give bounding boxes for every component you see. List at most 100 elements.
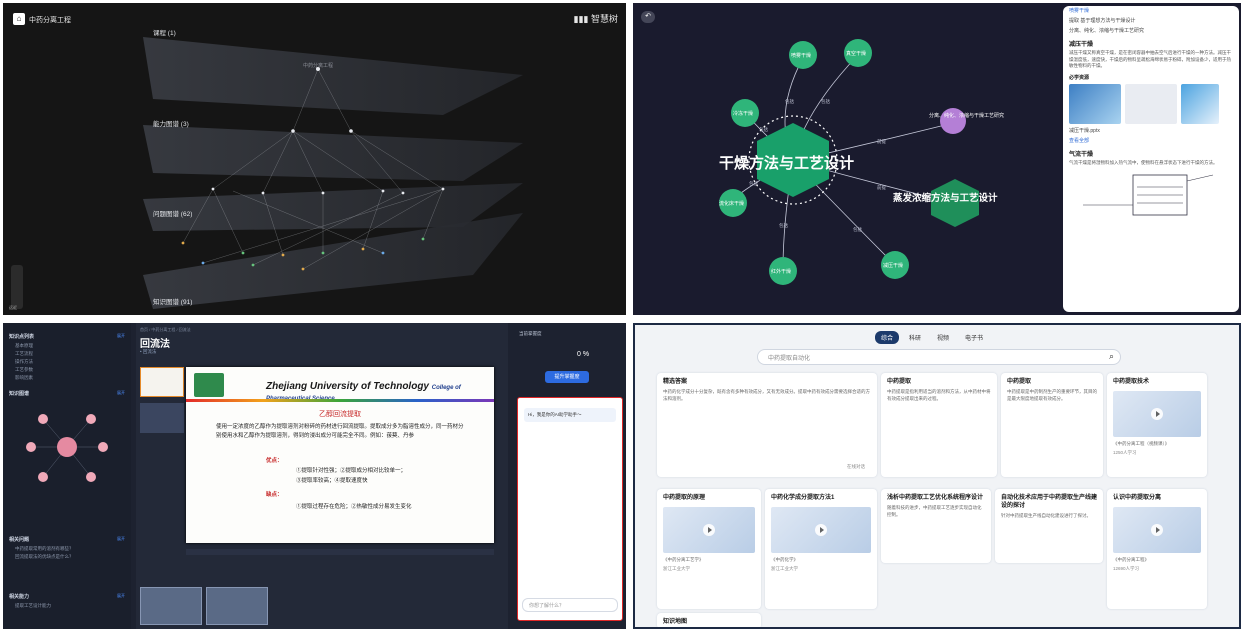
mind-map-canvas[interactable]: 包括 包括 包括包括 包括包括 前提前提 干燥方法与工艺设计 蒸发浓缩方法与工艺设… — [633, 3, 1063, 315]
svg-text:喷雾干燥: 喷雾干燥 — [791, 52, 811, 59]
result-card[interactable]: 中药提取 中药提取是中药制剂生产的重要环节，其目的是最大限度地提取有效成分。 — [1001, 373, 1103, 477]
layer-label-knowledge: 知识图谱 (91) — [153, 297, 192, 306]
list-item[interactable]: 回流提取法的优缺点是什么？ — [3, 553, 131, 561]
list-item[interactable]: 基本原理 — [3, 342, 131, 350]
section-title: 相关能力 — [9, 594, 30, 600]
tab-ebook[interactable]: 电子书 — [959, 331, 989, 344]
list-item[interactable]: 工艺参数 — [3, 366, 131, 374]
paper-card[interactable]: 自动化技术应用于中药提取生产线建设的探讨 针对中药提取生产线自动化建设进行了探讨。 — [995, 489, 1103, 563]
tab-research[interactable]: 科研 — [903, 331, 927, 344]
dryer-diagram — [1083, 174, 1214, 216]
svg-text:红外干燥: 红外干燥 — [771, 268, 791, 275]
panel-row[interactable]: 分离、纯化、浓缩与干燥工艺研究 — [1063, 26, 1239, 36]
list-item[interactable]: 操作方法 — [3, 358, 131, 366]
paper-card[interactable]: 浅析中药提取工艺优化系统程序设计 随着科技的进步，中药提取工艺逐步实现自动化控制。 — [881, 489, 991, 563]
detail-panel: 喷雾干燥 提取 基于理想方法与干燥设计 分离、纯化、浓缩与干燥工艺研究 减压干燥… — [1063, 6, 1239, 312]
left-sidebar: 知识点列表 展开 基本原理 工艺流程 操作方法 工艺参数 影响因素 知识图谱 展… — [3, 323, 131, 629]
video-card[interactable]: 中药化学成分提取方法1 《中药化学》 浙江工业大学 — [765, 489, 877, 609]
section-title: 相关问题 — [9, 537, 30, 543]
layered-graph-view: ⌂ 中药分离工程 ▮▮▮ 智慧树 中药分离工程 课程 (1) 能力图谱 (3) … — [3, 3, 626, 315]
slide-paragraph: 使用一定浓度的乙醇作为提取溶剂对粉碎的药材进行回流提取。提取成分多为脂溶性成分，… — [216, 424, 464, 439]
search-tabs: 综合 科研 视频 电子书 — [875, 331, 989, 344]
lesson-view: 知识点列表 展开 基本原理 工艺流程 操作方法 工艺参数 影响因素 知识图谱 展… — [3, 323, 626, 629]
mind-map-view: ↶ 包括 包括 包括 包括 包括 包括 前提 前提 干燥方法与工艺设计 蒸发浓缩方法与工… — [633, 3, 1241, 315]
expand-link[interactable]: 展开 — [117, 536, 125, 542]
chat-message: Hi，我是你的AI助学助手～ — [524, 408, 616, 422]
video-card[interactable]: 认识中药提取分离 《中药分离工程》 12690人学习 — [1107, 489, 1207, 609]
cons-line: ①提取过程存在危险；②热敏性成分易发生变化 — [296, 504, 412, 510]
layer-label-course: 课程 (1) — [153, 28, 176, 37]
resource-thumb[interactable] — [1069, 83, 1121, 124]
expand-link[interactable]: 展开 — [117, 333, 125, 339]
ai-chat-panel: Hi，我是你的AI助学助手～ 你想了解什么？ — [517, 397, 623, 621]
list-item[interactable]: 提取工艺设计能力 — [3, 602, 131, 610]
panel-row[interactable]: 提取 基于理想方法与干燥设计 — [1063, 16, 1239, 26]
main-content: 首页 / 中药分离工程 / 回流法 回流法 • 回流法 Zhejiang Uni… — [136, 323, 508, 629]
expand-link[interactable]: 展开 — [117, 593, 125, 599]
view-all-link[interactable]: 查看全部 — [1063, 136, 1239, 146]
play-icon — [703, 524, 715, 536]
top-node-label: 中药分离工程 — [303, 62, 333, 69]
panel-top-item[interactable]: 喷雾干燥 — [1063, 6, 1239, 16]
resource-thumb[interactable] — [1125, 83, 1177, 124]
tab-video[interactable]: 视频 — [931, 331, 955, 344]
progress-label: 当前掌握度 — [519, 331, 542, 336]
sibling-node-label: 蒸发浓缩方法与工艺设计 — [893, 192, 998, 204]
tab-all[interactable]: 综合 — [875, 331, 900, 344]
svg-text:真空干燥: 真空干燥 — [846, 50, 866, 57]
assistant-avatar[interactable] — [1181, 83, 1219, 124]
list-item[interactable]: 影响因素 — [3, 374, 131, 382]
mastery-button[interactable]: 提升掌握度 — [545, 371, 589, 383]
svg-text:流化床干燥: 流化床干燥 — [719, 200, 744, 207]
play-icon — [1151, 408, 1163, 420]
lesson-subtitle: • 回流法 — [140, 349, 157, 354]
panel-heading: 气流干燥 — [1069, 151, 1094, 158]
layer-canvas[interactable]: 中药分离工程 课程 (1) 能力图谱 (3) 问题图谱 (62) 知识图谱 (9… — [3, 3, 626, 315]
zoom-slider[interactable] — [11, 265, 23, 309]
svg-text:前提: 前提 — [877, 138, 886, 145]
search-icon[interactable]: ⌕ — [1109, 351, 1114, 362]
result-card[interactable]: 中药提取 中药提取是指利用适当的溶剂和方法，从中药材中将有效成分提取出来的过程。 — [881, 373, 997, 477]
chat-input[interactable]: 你想了解什么？ — [522, 598, 618, 612]
panel-heading: 减压干燥 — [1069, 42, 1094, 48]
center-node-label: 干燥方法与工艺设计 — [719, 154, 854, 172]
zoom-label: 远近 — [9, 305, 17, 310]
parent-node-label: 分离、纯化、浓缩与干燥工艺研究 — [929, 112, 1004, 119]
resource-title: 必学资源 — [1069, 74, 1090, 81]
player-toolbar[interactable] — [186, 549, 494, 555]
svg-text:包括: 包括 — [853, 226, 862, 233]
expand-link[interactable]: 展开 — [117, 390, 125, 396]
knowledge-map-card[interactable]: 知识地图 — [657, 613, 761, 627]
list-item[interactable]: 工艺流程 — [3, 350, 131, 358]
progress-value: 0 % — [577, 351, 590, 358]
mini-knowledge-graph[interactable] — [3, 399, 131, 495]
slide-strip-thumb[interactable] — [206, 587, 268, 625]
slide-thumb[interactable] — [140, 403, 184, 433]
list-item[interactable]: 中药提取常用的溶剂有哪些？ — [3, 545, 131, 553]
svg-text:包括: 包括 — [779, 222, 788, 229]
cons-label: 缺点： — [266, 492, 283, 498]
search-input[interactable]: 中药提取自动化 — [768, 353, 810, 362]
layer-plane-ability — [143, 125, 523, 181]
svg-text:冷冻干燥: 冷冻干燥 — [733, 110, 753, 117]
pros-line: ③提取率较高；④提取速度快 — [296, 478, 368, 484]
slide-thumb-active[interactable] — [140, 367, 184, 397]
layer-label-ability: 能力图谱 (3) — [153, 119, 189, 128]
video-card[interactable]: 中药提取的原理 《中药分离工艺学》 浙江工业大学 — [657, 489, 761, 609]
play-icon — [815, 524, 827, 536]
lesson-title: 回流法 — [140, 339, 170, 350]
slide-heading: 乙醇回流提取 — [319, 410, 361, 418]
breadcrumb[interactable]: 首页 / 中药分离工程 / 回流法 — [140, 327, 191, 333]
resource-file[interactable]: 减压干燥.pptx — [1063, 126, 1239, 136]
slide-strip-thumb[interactable] — [140, 587, 202, 625]
panel-paragraph: 气流干燥是将湿物料加入热气流中，使物料在悬浮状态下进行干燥的方法。 — [1069, 159, 1218, 165]
video-card[interactable]: 中药提取技术 《中药分离工程（视频课）》 1250人学习 — [1107, 373, 1207, 477]
svg-text:包括: 包括 — [785, 98, 794, 105]
pros-line: ①提取针对性强；②提取成分相对比较单一； — [296, 468, 407, 474]
svg-text:减压干燥: 减压干燥 — [883, 262, 903, 269]
university-logo — [194, 373, 224, 397]
panel-paragraph: 减压干燥又称真空干燥，是在密闭容器中抽去空气后进行干燥的一种方法。减压干燥温度低… — [1069, 50, 1231, 68]
answer-card[interactable]: 精选答案 中药的化学成分十分复杂，既有含有多种有效成分，又有无效成分。提取中药有… — [657, 373, 877, 477]
parent-node — [940, 108, 966, 134]
search-bar[interactable]: 中药提取自动化 ⌕ — [757, 349, 1121, 365]
